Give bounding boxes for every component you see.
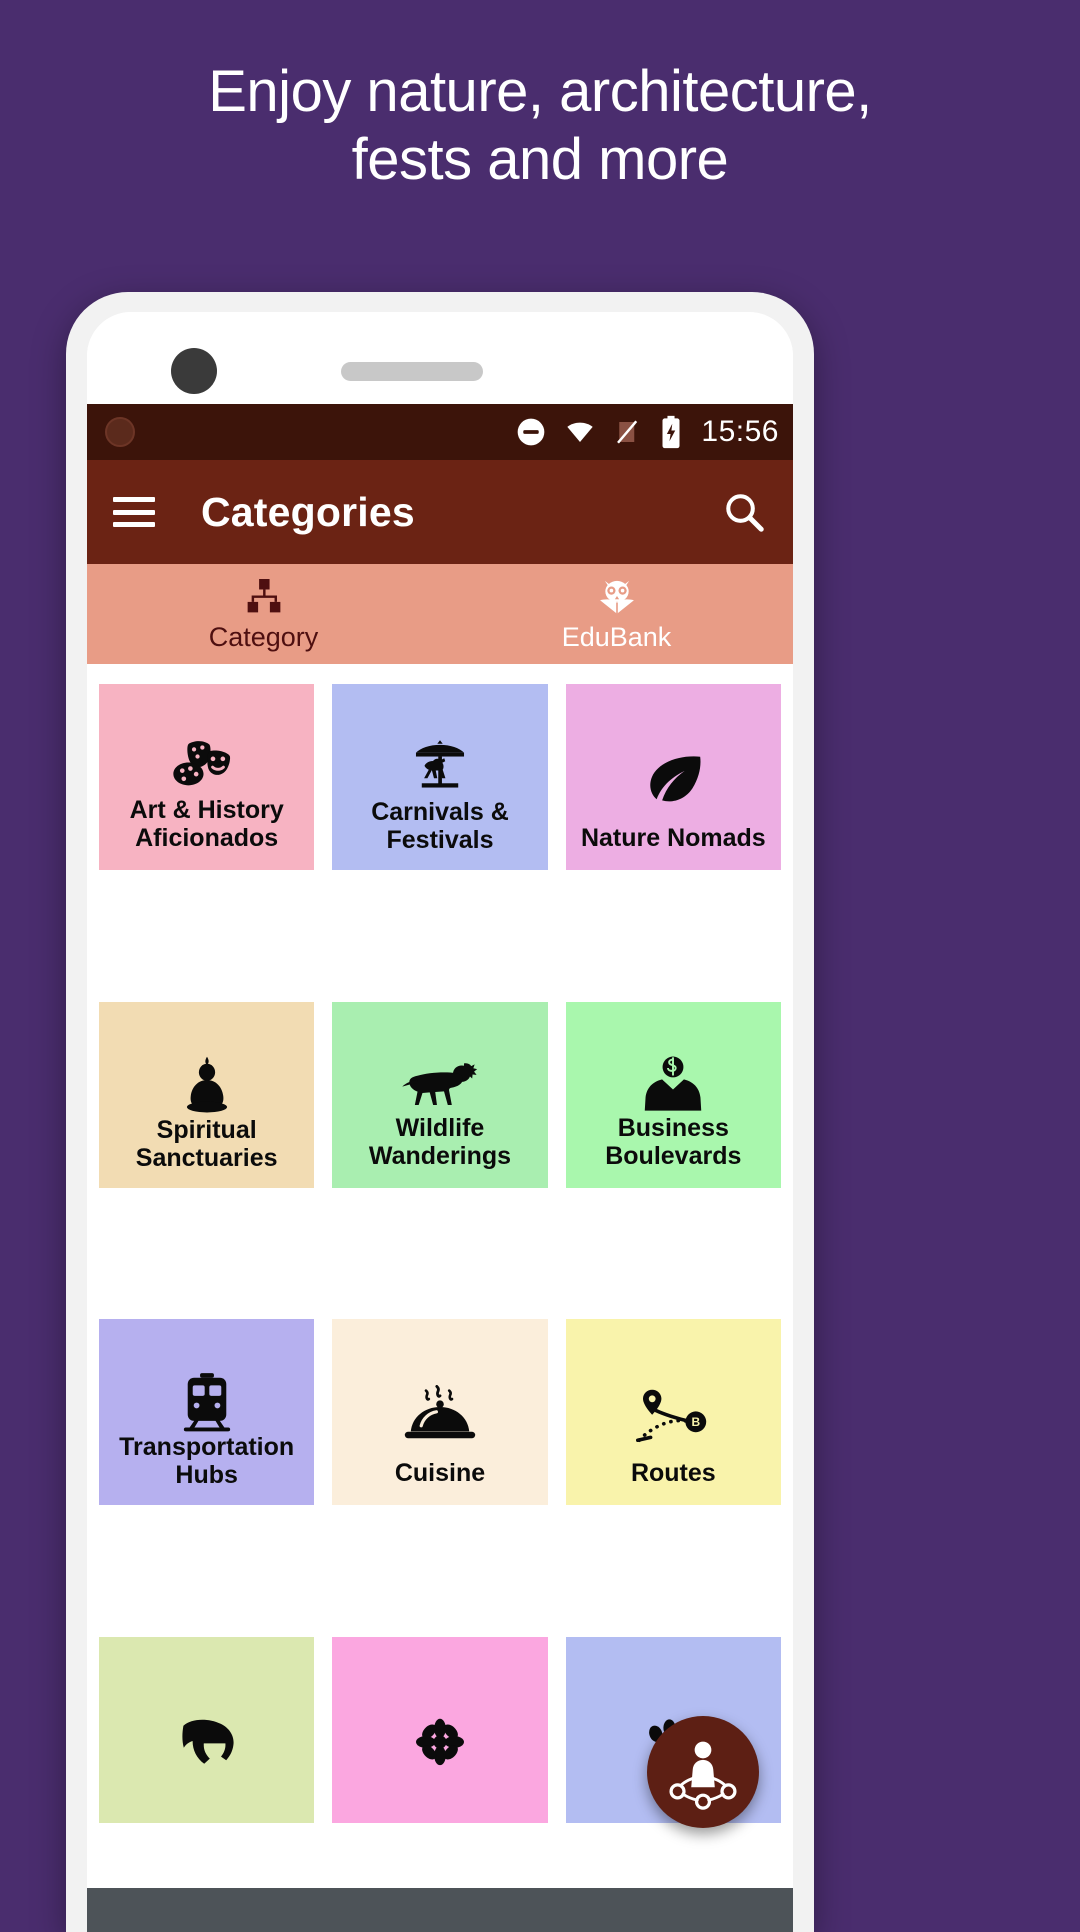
buddha-icon (178, 1054, 236, 1116)
tile-label: Wildlife Wanderings (368, 1113, 512, 1170)
promo-headline: Enjoy nature, architecture, fests and mo… (0, 58, 1080, 195)
businessman-icon (642, 1054, 704, 1114)
tab-category[interactable]: Category (87, 564, 440, 664)
tile-label: Spiritual Sanctuaries (135, 1115, 278, 1172)
status-bar: 15:56 (87, 404, 793, 460)
sitemap-icon (244, 576, 284, 618)
food-cloche-icon (402, 1371, 478, 1459)
front-camera-icon (171, 348, 217, 394)
tile-carnivals-festivals[interactable]: Carnivals & Festivals (332, 684, 548, 870)
app-bar: Categories (87, 460, 793, 564)
tab-bar: Category EduBank (87, 564, 793, 664)
svg-text:B: B (692, 1415, 701, 1429)
traveler-fab-button[interactable] (647, 1716, 759, 1828)
tile-label: Business Boulevards (605, 1113, 742, 1170)
search-icon[interactable] (721, 489, 767, 535)
tile-wildlife-wanderings[interactable]: Wildlife Wanderings (332, 1001, 548, 1188)
phone-screen-container: 15:56 Categories Category EduBank Art & … (87, 312, 793, 1932)
tile-label: Routes (630, 1459, 716, 1487)
tile-label: Cuisine (394, 1459, 486, 1487)
tile-partial-helmet[interactable] (99, 1636, 315, 1823)
flower-icon (407, 1689, 473, 1805)
status-bar-clock: 15:56 (701, 415, 779, 448)
promo-headline-line-1: Enjoy nature, architecture, (208, 59, 872, 124)
tab-edubank-label: EduBank (561, 621, 672, 652)
phone-mockup: 15:56 Categories Category EduBank Art & … (66, 292, 814, 1932)
hamburger-menu-icon[interactable] (113, 497, 155, 527)
do-not-disturb-icon (515, 416, 547, 448)
earpiece-speaker (341, 362, 483, 381)
lion-icon (400, 1054, 480, 1114)
carousel-icon (409, 736, 471, 798)
tile-business-boulevards[interactable]: Business Boulevards (565, 1001, 781, 1188)
tile-partial-flower[interactable] (332, 1636, 548, 1823)
signal-off-icon (613, 416, 643, 448)
phone-bezel-top (87, 312, 793, 404)
tab-category-label: Category (208, 621, 319, 652)
route-map-icon: B (633, 1371, 713, 1459)
leaf-icon (640, 736, 706, 824)
wifi-icon (563, 416, 597, 448)
tile-art-history[interactable]: Art & History Aficionados (99, 684, 315, 870)
tile-label: Carnivals & Festivals (371, 798, 509, 854)
tile-spiritual-sanctuaries[interactable]: Spiritual Sanctuaries (99, 1001, 315, 1188)
traveler-network-icon (665, 1734, 741, 1810)
train-icon (180, 1371, 234, 1433)
tile-label: Transportation Hubs (119, 1433, 295, 1489)
page-title: Categories (201, 488, 415, 535)
tile-routes[interactable]: B Routes (565, 1319, 781, 1505)
tile-label: Nature Nomads (580, 824, 766, 852)
bottom-nav-strip (87, 1888, 793, 1932)
app-status-brand-icon (105, 417, 135, 447)
tile-transportation-hubs[interactable]: Transportation Hubs (99, 1319, 315, 1505)
app-screen: 15:56 Categories Category EduBank Art & … (87, 404, 793, 1932)
tile-nature-nomads[interactable]: Nature Nomads (565, 684, 781, 870)
tile-cuisine[interactable]: Cuisine (332, 1319, 548, 1505)
battery-charging-icon (659, 415, 683, 449)
spartan-helmet-icon (171, 1689, 243, 1805)
owl-book-icon (594, 576, 640, 618)
promo-headline-line-2: fests and more (351, 127, 729, 193)
tile-label: Art & History Aficionados (129, 796, 284, 852)
theater-masks-palette-icon (170, 736, 244, 796)
tab-edubank[interactable]: EduBank (440, 564, 793, 664)
